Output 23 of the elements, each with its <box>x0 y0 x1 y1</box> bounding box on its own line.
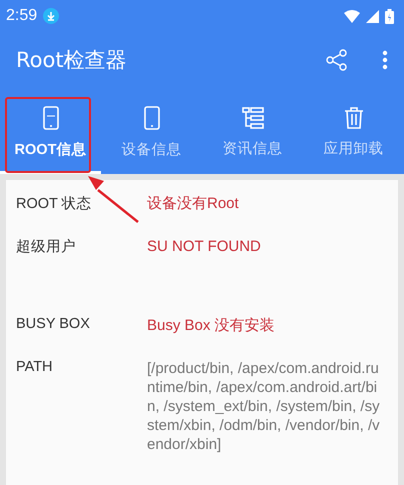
battery-icon <box>385 8 394 24</box>
signal-icon <box>366 10 379 22</box>
phone-icon <box>42 106 58 130</box>
download-icon <box>43 8 60 24</box>
row-label: PATH <box>16 359 54 377</box>
more-icon[interactable] <box>382 50 388 70</box>
phone-icon <box>144 106 160 130</box>
row-label: 超级用户 <box>16 238 77 256</box>
row-value: 设备没有Root <box>147 194 240 213</box>
list-icon <box>242 107 264 129</box>
tab[interactable]: 应用卸载 <box>303 88 404 174</box>
row-value: Busy Box 没有安装 <box>147 316 276 335</box>
row-value: SU NOT FOUND <box>147 237 262 256</box>
trash-icon <box>344 107 364 129</box>
wifi-icon <box>344 10 360 22</box>
row-value: [/product/bin, /apex/com.android.runtime/bin, /apex/com.android.art/bin, /system_ext/bin, /system/bin, /system/xbin, /odm/bin, /vendor/bin, /vendor/xbin] <box>147 359 381 454</box>
tab[interactable]: 设备信息 <box>101 88 202 174</box>
row-label: BUSY BOX <box>16 316 91 334</box>
row-label: ROOT 状态 <box>16 195 93 213</box>
share-icon[interactable] <box>326 49 348 71</box>
status-time: 2:59 <box>6 7 38 25</box>
app-title: Root检查器 <box>16 47 128 74</box>
tab[interactable]: 资讯信息 <box>202 88 303 174</box>
